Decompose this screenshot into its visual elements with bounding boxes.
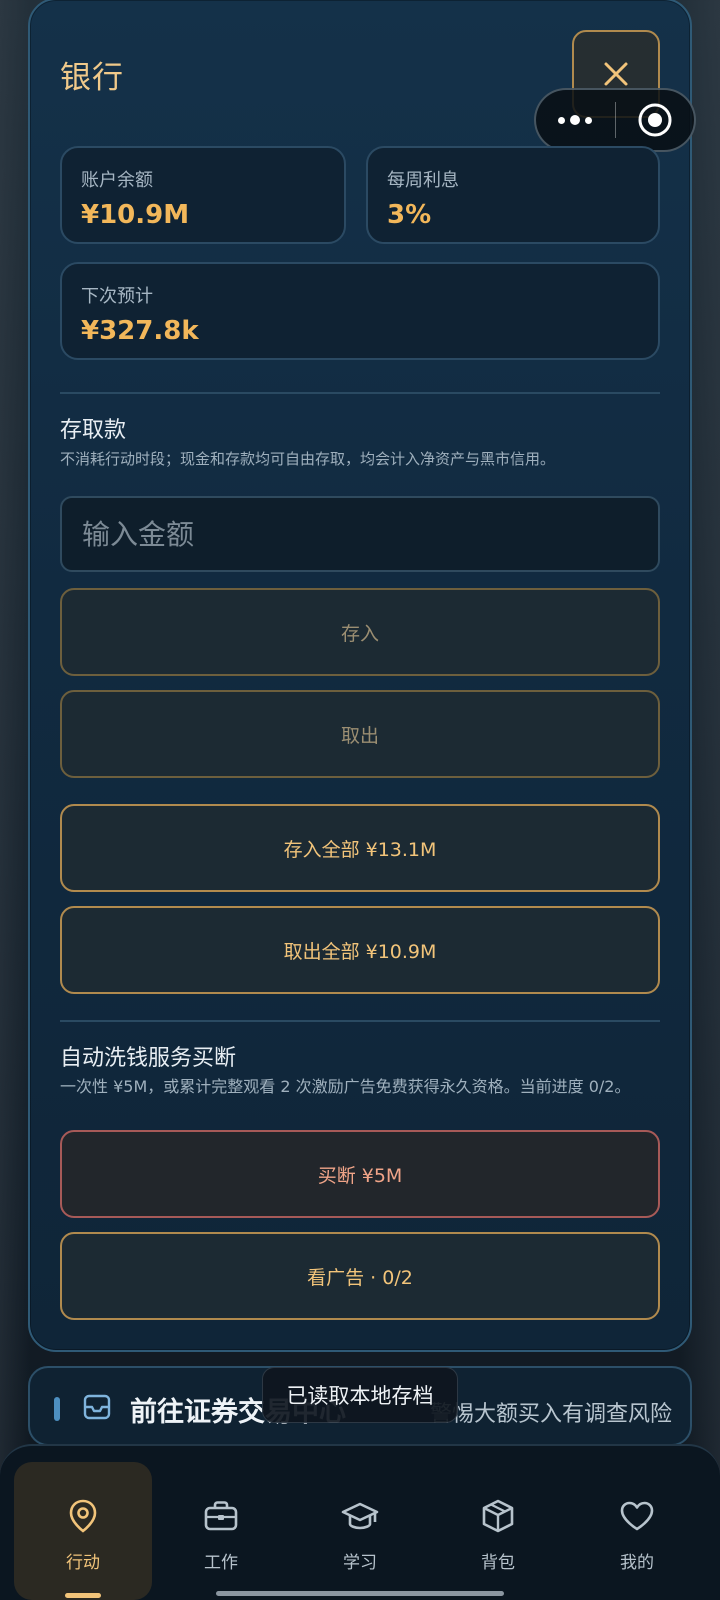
deposit-section-title: 存取款 [60,418,127,443]
inbox-icon [82,1392,112,1426]
balance-card: 账户余额 ¥10.9M [60,146,346,244]
divider [60,392,660,394]
panel-title: 银行 [60,60,124,96]
interest-card: 每周利息 3% [366,146,660,244]
banner-hint: 警惕大额买入有调查风险 [430,1402,673,1427]
dot-icon [558,116,566,124]
exit-miniprogram-button[interactable] [616,102,695,138]
tab-work[interactable]: 工作 [152,1462,290,1600]
close-icon [604,62,628,86]
laundering-section-desc: 一次性 ¥5M，或累计完整观看 2 次激励广告免费获得永久资格。当前进度 0/2… [60,1077,631,1096]
tab-backpack[interactable]: 背包 [429,1462,567,1600]
accent-bar [54,1397,60,1421]
target-icon [638,103,672,137]
balance-value: ¥10.9M [81,200,190,230]
tab-label: 行动 [66,1553,100,1573]
more-options-button[interactable] [536,115,615,125]
withdraw-button[interactable]: 取出 [60,690,660,778]
package-box-icon [480,1498,516,1534]
laundering-section-title: 自动洗钱服务买断 [60,1046,237,1071]
interest-label: 每周利息 [387,170,459,191]
location-pin-icon [67,1498,99,1534]
tab-action[interactable]: 行动 [14,1462,152,1600]
next-estimate-card: 下次预计 ¥327.8k [60,262,660,360]
tab-study[interactable]: 学习 [291,1462,429,1600]
graduation-cap-icon [341,1498,379,1534]
interest-value: 3% [387,200,432,230]
heart-icon [619,1498,655,1534]
home-indicator [216,1591,504,1596]
dot-icon [585,116,593,124]
amount-input[interactable] [60,496,660,572]
tab-profile[interactable]: 我的 [568,1462,706,1600]
tab-label: 工作 [204,1553,238,1573]
next-estimate-value: ¥327.8k [81,316,199,346]
bottom-tab-bar: 行动 工作 学习 背包 我的 [0,1444,720,1600]
watch-ad-button[interactable]: 看广告 · 0/2 [60,1232,660,1320]
tab-label: 我的 [620,1553,654,1573]
active-tab-indicator [65,1593,101,1598]
deposit-all-button[interactable]: 存入全部 ¥13.1M [60,804,660,892]
briefcase-icon [203,1498,239,1534]
withdraw-all-button[interactable]: 取出全部 ¥10.9M [60,906,660,994]
buy-out-button[interactable]: 买断 ¥5M [60,1130,660,1218]
toast-message: 已读取本地存档 [262,1367,458,1423]
divider [60,1020,660,1022]
next-estimate-label: 下次预计 [81,286,153,307]
tab-label: 背包 [481,1553,515,1573]
tab-label: 学习 [343,1553,377,1573]
balance-label: 账户余额 [81,170,153,191]
dot-icon [570,115,581,125]
miniprogram-capsule [534,88,696,152]
deposit-section-desc: 不消耗行动时段；现金和存款均可自由存取，均会计入净资产与黑市信用。 [60,450,556,468]
deposit-button[interactable]: 存入 [60,588,660,676]
